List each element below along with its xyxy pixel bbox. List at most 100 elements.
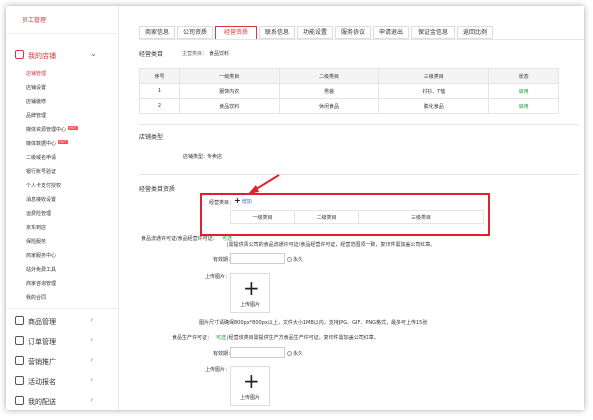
radio-icon: [287, 257, 292, 262]
sidebar-item-label: 品牌管理: [26, 113, 47, 119]
chevron-right-icon: ›: [90, 315, 94, 324]
tab[interactable]: 返回比例: [457, 26, 493, 39]
sidebar-item[interactable]: 店铺设置: [26, 84, 46, 91]
sidebar-group-my-store[interactable]: 我的店铺 ⌄: [6, 46, 119, 64]
sidebar-item[interactable]: 店铺装修: [26, 98, 46, 105]
production-validity-input[interactable]: [230, 347, 285, 358]
sidebar-item[interactable]: 保险服务: [26, 238, 46, 245]
sidebar-item-label: 店铺装修: [26, 99, 47, 105]
sidebar-item[interactable]: 京东到店: [26, 224, 46, 231]
sidebar-item[interactable]: 站外免费工具: [26, 266, 56, 273]
table-cell: 膨化食品: [378, 98, 490, 114]
license-upload-button[interactable]: + 上传图片: [230, 273, 270, 313]
tab[interactable]: 服务协议: [335, 26, 371, 39]
sidebar-item[interactable]: 店铺管理: [26, 70, 46, 77]
sidebar-group-label: 活动报名: [28, 378, 56, 386]
main-content: 商家信息 公司资质 经营资质 联系信息 功能设置 服务协议 申请退出 保证金信息 返回比例 经营…: [127, 6, 584, 410]
main-category-value: 食品饮料: [209, 51, 230, 57]
upload-label: 上传图片: [239, 395, 260, 401]
hot-badge: HOT: [58, 140, 68, 144]
sidebar-group-marketing[interactable]: 营销推广 ›: [6, 352, 119, 370]
sidebar-group-products[interactable]: 商品管理 ›: [6, 312, 119, 330]
category-label: 经营类目：: [209, 200, 235, 206]
tab[interactable]: 公司资质: [177, 26, 213, 39]
sidebar-item[interactable]: 银行账号验证: [26, 168, 56, 175]
sidebar-group-label: 营销推广: [28, 358, 56, 366]
sidebar-item[interactable]: 个人卡支付授权: [26, 182, 61, 189]
license-permanent-checkbox[interactable]: 永久: [287, 256, 303, 263]
sidebar-group-orders[interactable]: 订单管理 ›: [6, 332, 119, 350]
table-header: 三级类目: [378, 68, 490, 84]
sidebar-item[interactable]: 商家服务中心: [26, 252, 56, 259]
hot-badge: HOT: [68, 126, 78, 130]
table-cell: 服饰内衣: [178, 83, 280, 99]
store-type-value: 专卖店: [207, 154, 223, 160]
sidebar-item-label: 保险服务: [26, 239, 47, 245]
sidebar-item-label: 站外免费工具: [26, 267, 57, 273]
sidebar-item[interactable]: 媒体资源管理中心 HOT: [26, 126, 78, 133]
chevron-right-icon: ›: [90, 375, 94, 384]
sidebar-item-label: 店铺设置: [26, 85, 47, 91]
permanent-label: 永久: [293, 257, 304, 263]
sidebar-item-label: 商家服务中心: [26, 253, 57, 259]
main-category-label: 主营类目：: [182, 51, 208, 57]
chevron-right-icon: ›: [90, 355, 94, 364]
tab[interactable]: 保证金信息: [411, 26, 455, 39]
sidebar-item-label: 媒体数据中心: [26, 141, 57, 147]
sidebar-item[interactable]: 媒体数据中心 HOT: [26, 140, 68, 147]
red-arrow-icon: [248, 174, 280, 194]
table-cell: 1: [139, 83, 180, 99]
sidebar-item[interactable]: 运费险管理: [26, 210, 51, 217]
plus-icon: +: [243, 276, 260, 300]
table-header: 二级类目: [278, 68, 380, 84]
product-icon: [15, 316, 24, 325]
tab-underline: [139, 39, 584, 40]
chevron-down-icon: ⌄: [90, 49, 97, 58]
license-description: |需提供贵公司的食品流通许可证/食品经营许可证，经营范围须一致，复印件需加盖公司…: [227, 242, 436, 248]
sidebar-item[interactable]: 消息接收设置: [26, 196, 56, 203]
image-size-note: 图片尺寸请确保800px*800px以上，文件大小1MB以内，支持JPG、GIF…: [199, 320, 428, 326]
sidebar-item-label: 消息接收设置: [26, 197, 57, 203]
business-category-table: 序号 一级类目 二级类目 三级类目 状态 1 服饰内衣 男装 衬衫、T恤 启用 2 食品饮料 休闲食品…: [139, 68, 559, 114]
sidebar-group-label: 我的店铺: [28, 52, 56, 60]
sidebar-group-delivery[interactable]: 我的配送 ›: [6, 392, 119, 410]
app-window: 员工管理 我的店铺 ⌄ 商品管理 › 订单管理 › 营销推广 › 活动报名 ›: [6, 6, 584, 410]
permanent-label: 永久: [293, 351, 304, 357]
sidebar-item[interactable]: 我的合同: [26, 294, 46, 301]
qual-header-level2: 二级类目: [294, 210, 359, 224]
sidebar: 员工管理 我的店铺 ⌄ 商品管理 › 订单管理 › 营销推广 › 活动报名 ›: [6, 6, 119, 410]
section-divider: [139, 124, 579, 125]
sidebar-item-label: 二级域名申请: [26, 155, 57, 161]
staff-management-link[interactable]: 员工管理: [6, 6, 119, 34]
tab[interactable]: 功能设置: [297, 26, 333, 39]
sidebar-group-label: 我的配送: [28, 398, 56, 406]
sidebar-item-label: 银行账号验证: [26, 169, 57, 175]
sidebar-item[interactable]: 商家咨询管理: [26, 280, 56, 287]
sidebar-item-label: 店铺管理: [26, 71, 47, 77]
plus-icon: +: [243, 369, 260, 393]
production-optional-tag: 可选: [216, 335, 227, 341]
table-cell: 食品饮料: [178, 98, 280, 114]
tab[interactable]: 申请退出: [373, 26, 409, 39]
license-validity-input[interactable]: [230, 253, 285, 264]
tab[interactable]: 经营资质: [215, 26, 257, 40]
production-upload-button[interactable]: + 上传图片: [230, 366, 270, 406]
sidebar-item[interactable]: 二级域名申请: [26, 154, 56, 161]
qualification-category-table: 一级类目 二级类目 三级类目: [230, 210, 484, 224]
table-row: 1 服饰内衣 男装 衬衫、T恤 启用: [139, 83, 559, 99]
sidebar-item-label: 媒体资源管理中心: [26, 127, 67, 133]
activity-icon: [15, 376, 24, 385]
sidebar-group-activities[interactable]: 活动报名 ›: [6, 372, 119, 390]
table-cell: 男装: [278, 83, 380, 99]
table-cell: 启用: [488, 98, 559, 114]
sidebar-item-label: 运费险管理: [26, 211, 52, 217]
add-category-button[interactable]: +增加: [234, 196, 252, 205]
sidebar-item[interactable]: 品牌管理: [26, 112, 46, 119]
table-header: 一级类目: [178, 68, 280, 84]
qual-header-level1: 一级类目: [230, 210, 295, 224]
production-permanent-checkbox[interactable]: 永久: [287, 350, 303, 357]
order-icon: [15, 336, 24, 345]
tab[interactable]: 联系信息: [259, 26, 295, 39]
tab[interactable]: 商家信息: [139, 26, 175, 39]
chevron-right-icon: ›: [90, 335, 94, 344]
